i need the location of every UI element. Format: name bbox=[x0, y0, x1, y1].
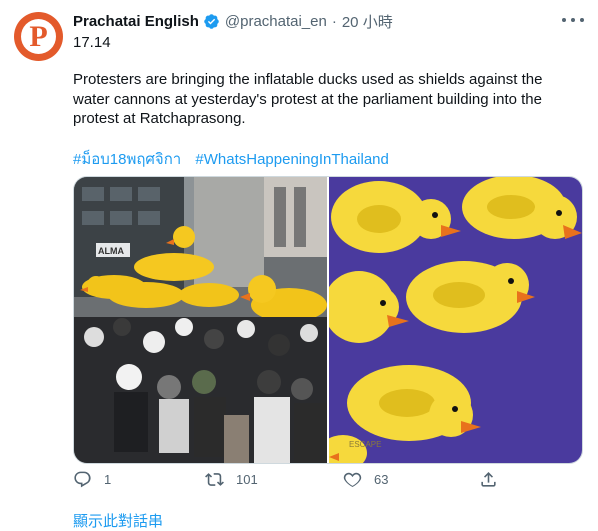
avatar-logo: P bbox=[21, 19, 56, 54]
verified-badge-icon bbox=[204, 13, 219, 29]
dot-3 bbox=[580, 18, 584, 22]
hashtag-link[interactable]: #WhatsHappeningInThailand bbox=[195, 151, 388, 168]
author-name[interactable]: Prachatai English bbox=[73, 13, 199, 30]
author-handle[interactable]: @prachatai_en bbox=[225, 13, 327, 30]
dot-1 bbox=[562, 18, 566, 22]
hashtags: #ม็อบ18พฤศจิกา #WhatsHappeningInThailand bbox=[73, 147, 389, 171]
inflatable-ducks-photo[interactable]: ESCAPE bbox=[329, 177, 582, 463]
reply-button[interactable]: 1 bbox=[73, 470, 111, 489]
inflatable-ducks-image: ESCAPE bbox=[329, 177, 582, 463]
like-button[interactable]: 63 bbox=[343, 470, 388, 489]
retweet-icon bbox=[205, 473, 224, 486]
retweet-count: 101 bbox=[236, 472, 258, 487]
duck-print-text: ESCAPE bbox=[349, 440, 381, 449]
tweet-first-line: 17.14 bbox=[73, 34, 111, 51]
tweet[interactable]: P Prachatai English @prachatai_en · 20 小… bbox=[0, 0, 598, 530]
sign-text: ALMA bbox=[98, 246, 124, 256]
separator-dot: · bbox=[331, 12, 337, 30]
avatar[interactable]: P bbox=[14, 12, 63, 61]
hashtag-link[interactable]: #ม็อบ18พฤศจิกา bbox=[73, 151, 181, 168]
reply-count: 1 bbox=[104, 472, 112, 487]
share-icon bbox=[481, 472, 496, 487]
tweet-header: Prachatai English @prachatai_en · 20 小時 bbox=[73, 11, 393, 31]
like-count: 63 bbox=[374, 472, 389, 487]
reply-icon bbox=[74, 471, 91, 488]
protest-crowd-image: ALMA bbox=[74, 177, 327, 463]
retweet-button[interactable]: 101 bbox=[205, 470, 258, 489]
share-button[interactable] bbox=[479, 470, 498, 489]
tweet-text: Protesters are bringing the inflatable d… bbox=[73, 71, 543, 127]
tweet-actions: 1 101 63 bbox=[73, 470, 553, 494]
protest-crowd-photo[interactable]: ALMA bbox=[74, 177, 327, 463]
timestamp[interactable]: 20 小時 bbox=[342, 11, 393, 32]
dot-2 bbox=[571, 18, 575, 22]
more-options-icon[interactable] bbox=[562, 12, 584, 28]
show-thread-link[interactable]: 顯示此對話串 bbox=[73, 510, 163, 531]
media-grid: ALMA ESCAPE bbox=[73, 176, 583, 464]
heart-icon bbox=[343, 472, 362, 487]
